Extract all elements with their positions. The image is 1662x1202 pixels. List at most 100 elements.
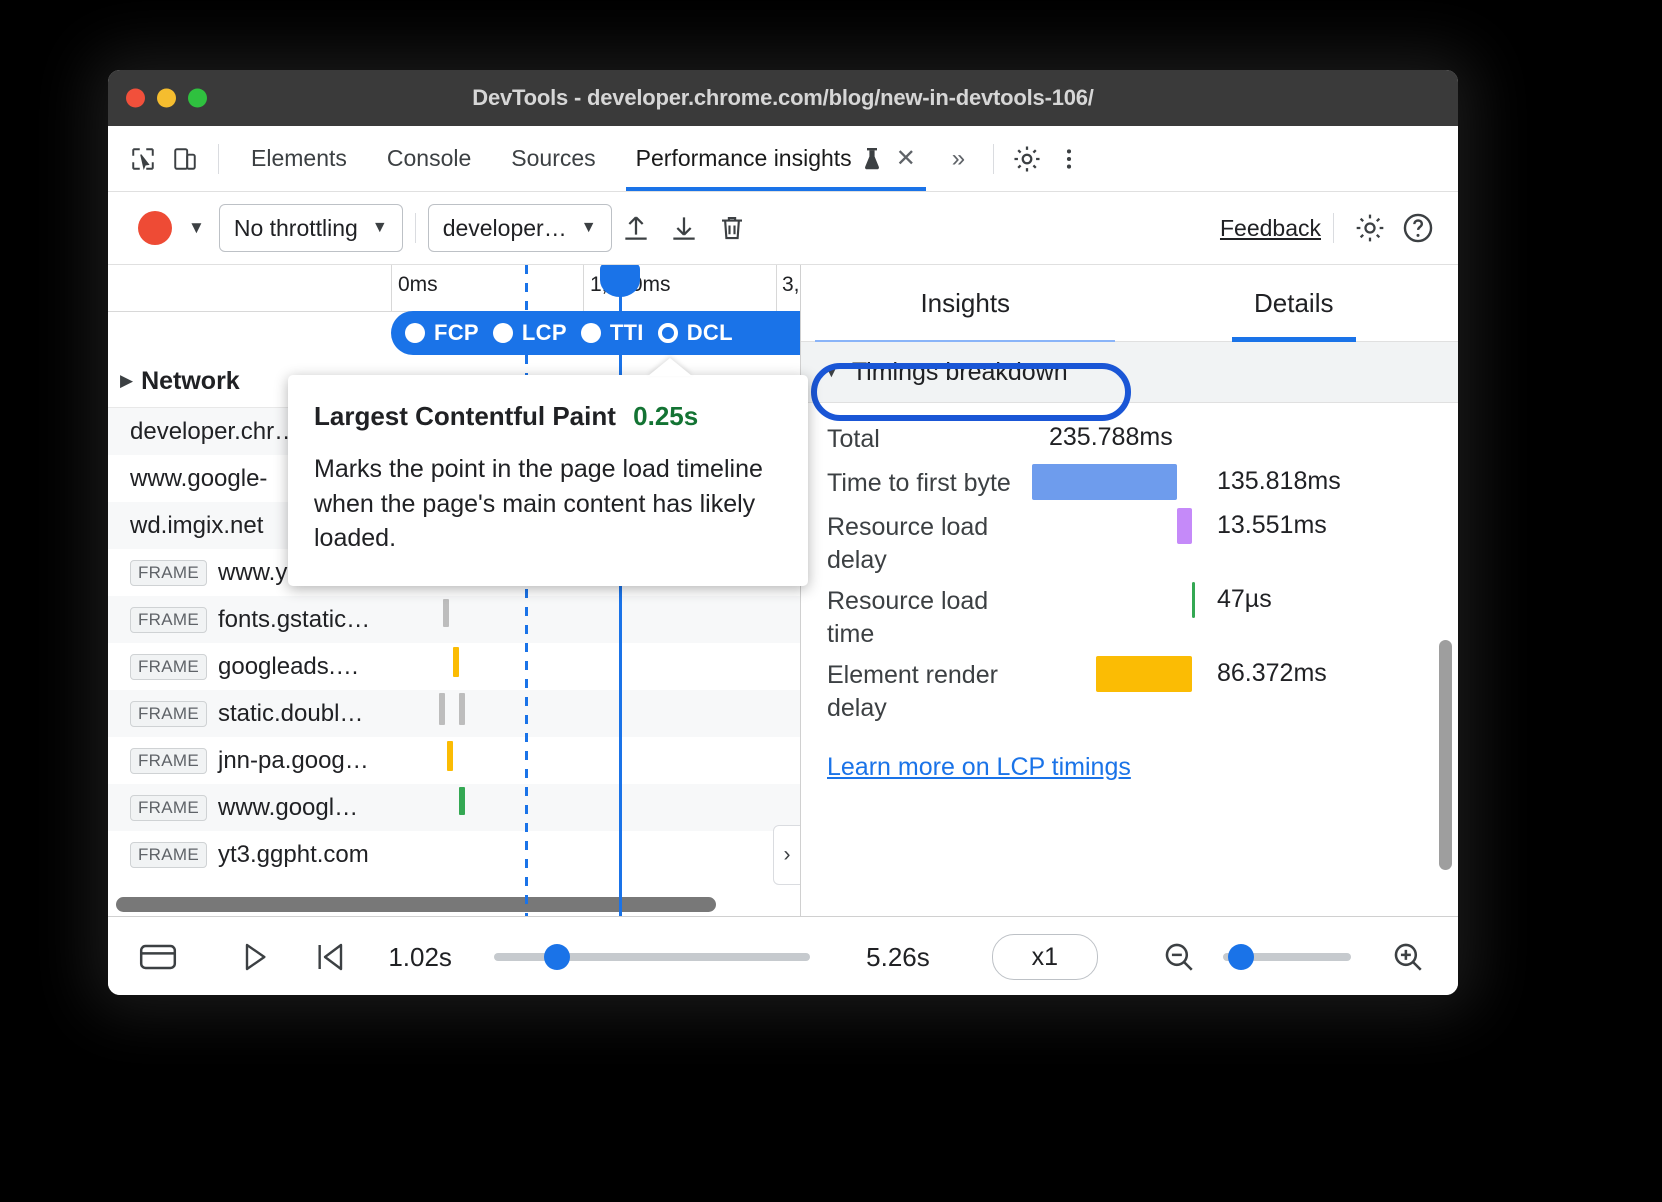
timeline-markers-bar[interactable]: FCP LCP TTI DCL [391, 311, 801, 355]
tab-insights-label: Insights [920, 288, 1010, 319]
tab-elements-label: Elements [251, 145, 347, 172]
horizontal-scrollbar[interactable] [116, 897, 716, 912]
zoom-window-button[interactable] [188, 89, 207, 108]
tabstrip-right-divider [993, 144, 994, 174]
zoom-slider[interactable] [1223, 953, 1350, 961]
zoom-level-pill[interactable]: x1 [992, 934, 1098, 980]
marker-tti[interactable]: TTI [581, 320, 644, 346]
marker-tti-label: TTI [610, 320, 644, 346]
target-select[interactable]: developer… ▼ [428, 204, 612, 252]
inspect-cursor-icon[interactable] [122, 138, 164, 180]
request-name: jnn-pa.goog… [218, 747, 369, 775]
frame-badge: FRAME [130, 607, 207, 633]
row-label: Element render delay [827, 653, 1032, 725]
list-item[interactable]: FRAME yt3.ggpht.com [108, 831, 800, 878]
row-bar-cell [1032, 461, 1207, 503]
tab-details[interactable]: Details [1130, 265, 1459, 341]
tab-console[interactable]: Console [367, 126, 491, 191]
list-item[interactable]: FRAME jnn-pa.goog… [108, 737, 800, 784]
lcp-bullet-icon [493, 323, 513, 343]
request-name: static.doubl… [218, 700, 363, 728]
row-value: 13.551ms [1207, 505, 1327, 540]
frame-badge: FRAME [130, 842, 207, 868]
tabstrip-divider [218, 144, 219, 174]
expand-sidebar-icon[interactable]: › [773, 825, 801, 885]
zoom-out-icon[interactable] [1156, 930, 1203, 984]
record-options-caret[interactable]: ▼ [188, 218, 205, 238]
record-button[interactable] [138, 211, 172, 245]
play-icon[interactable] [231, 930, 278, 984]
device-toolbar-icon[interactable] [164, 138, 206, 180]
list-item[interactable]: FRAME fonts.gstatic… [108, 596, 800, 643]
vertical-scrollbar[interactable] [1439, 640, 1452, 870]
fcp-marker-line [525, 265, 528, 916]
bottom-toolbar: 1.02s 5.26s x1 [108, 916, 1458, 995]
bar-resource-load-delay [1177, 508, 1192, 544]
zoom-slider-thumb[interactable] [1228, 944, 1254, 970]
trash-icon[interactable] [708, 204, 756, 252]
table-row: Resource load time 47µs [801, 579, 1458, 653]
minimize-window-button[interactable] [157, 89, 176, 108]
breadcrumb-icon[interactable] [134, 930, 181, 984]
zoom-in-icon[interactable] [1385, 930, 1432, 984]
tab-performance-insights-label: Performance insights [636, 145, 852, 172]
timeline-range-slider[interactable] [494, 953, 810, 961]
close-window-button[interactable] [126, 89, 145, 108]
list-item[interactable]: FRAME www.googl… [108, 784, 800, 831]
feedback-link[interactable]: Feedback [1220, 215, 1321, 242]
row-value: 86.372ms [1207, 653, 1327, 688]
gear-icon[interactable] [1006, 138, 1048, 180]
frame-badge: FRAME [130, 748, 207, 774]
timeline-pane: 0ms 1,600ms 3,2 FCP LCP TTI [108, 265, 801, 916]
panel-tabs: Elements Console Sources Performance ins… [231, 126, 936, 191]
tooltip-title-line: Largest Contentful Paint 0.25s [314, 401, 782, 432]
gear-icon[interactable] [1346, 204, 1394, 252]
tab-insights[interactable]: Insights [801, 265, 1130, 341]
window-traffic-lights[interactable] [126, 89, 207, 108]
lcp-marker-line [619, 265, 622, 916]
tooltip-body: Marks the point in the page load timelin… [314, 452, 782, 556]
kebab-menu-icon[interactable] [1048, 138, 1090, 180]
tab-performance-insights[interactable]: Performance insights ✕ [616, 126, 936, 191]
tooltip-arrow [648, 358, 692, 376]
frame-badge: FRAME [130, 560, 207, 586]
marker-dcl[interactable]: DCL [658, 320, 733, 346]
request-name: yt3.ggpht.com [218, 841, 369, 869]
tab-sources-label: Sources [511, 145, 595, 172]
toolbar-divider-2 [1333, 213, 1334, 243]
range-slider-thumb[interactable] [544, 944, 570, 970]
help-icon[interactable] [1394, 204, 1442, 252]
tabstrip-right-actions [981, 138, 1444, 180]
chevron-down-icon: ▼ [372, 219, 388, 237]
main-split: 0ms 1,600ms 3,2 FCP LCP TTI [108, 265, 1458, 916]
tab-elements[interactable]: Elements [231, 126, 367, 191]
row-label: Resource load delay [827, 505, 1032, 577]
list-item[interactable]: FRAME googleads.… [108, 643, 800, 690]
jump-to-start-icon[interactable] [305, 930, 352, 984]
performance-toolbar: ▼ No throttling ▼ developer… ▼ Feedback [108, 192, 1458, 265]
network-section-title: Network [141, 367, 240, 396]
marker-lcp[interactable]: LCP [493, 320, 567, 346]
dcl-bullet-icon [658, 323, 678, 343]
request-name: googleads.… [218, 653, 359, 681]
fcp-bullet-icon [405, 323, 425, 343]
learn-more-link[interactable]: Learn more on LCP timings [827, 753, 1458, 782]
toolbar-divider-1 [415, 213, 416, 243]
request-name: wd.imgix.net [130, 512, 263, 540]
details-pane: Insights Details ▼ Timings breakdown Tot… [801, 265, 1458, 916]
marker-fcp[interactable]: FCP [405, 320, 479, 346]
lcp-tooltip: Largest Contentful Paint 0.25s Marks the… [288, 375, 808, 586]
bar-time-to-first-byte [1032, 464, 1177, 500]
tooltip-title: Largest Contentful Paint [314, 401, 616, 431]
tab-sources[interactable]: Sources [491, 126, 615, 191]
tti-bullet-icon [581, 323, 601, 343]
timings-breakdown-accordion[interactable]: ▼ Timings breakdown [801, 342, 1458, 403]
list-item[interactable]: FRAME static.doubl… [108, 690, 800, 737]
close-tab-icon[interactable]: ✕ [896, 147, 916, 171]
frame-badge: FRAME [130, 701, 207, 727]
throttling-select[interactable]: No throttling ▼ [219, 204, 403, 252]
more-tabs-icon[interactable]: » [936, 145, 981, 173]
timeline-ruler[interactable]: 0ms 1,600ms 3,2 [108, 265, 800, 312]
download-icon[interactable] [660, 204, 708, 252]
upload-icon[interactable] [612, 204, 660, 252]
